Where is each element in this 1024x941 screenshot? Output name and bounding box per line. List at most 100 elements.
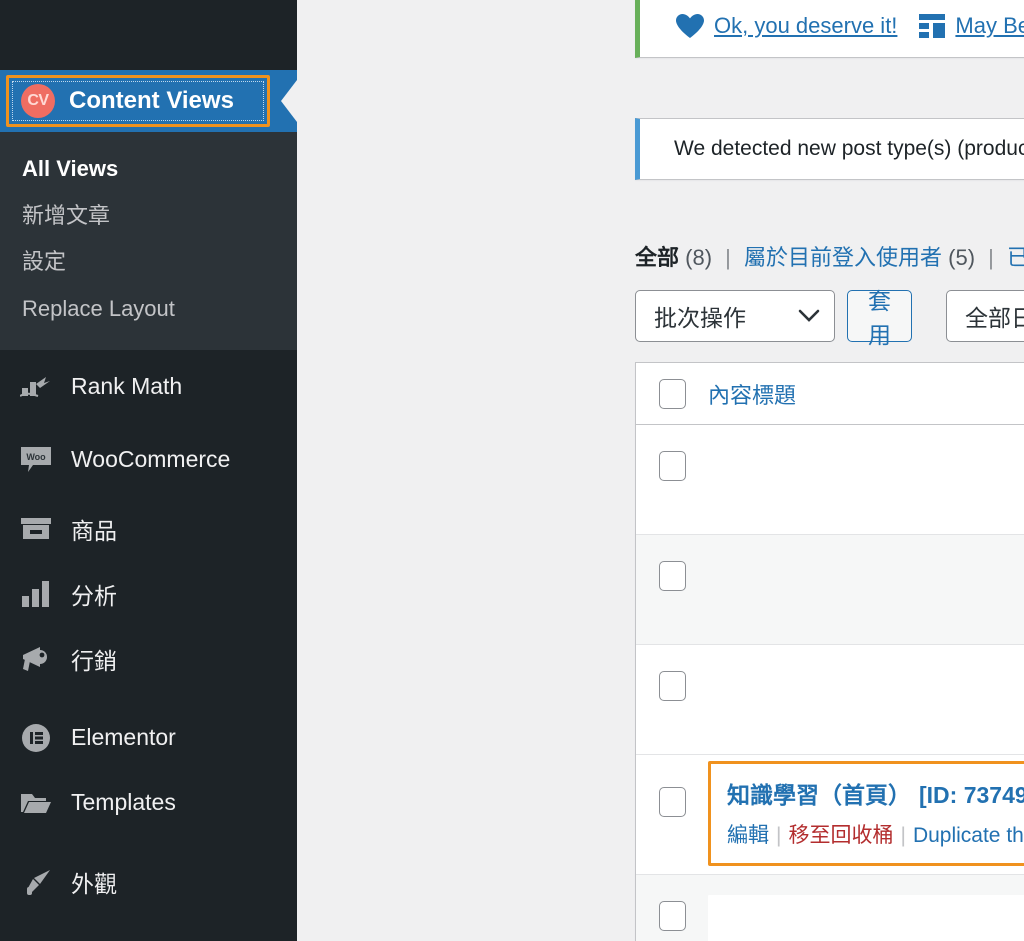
analytics-bars-icon	[16, 574, 56, 614]
row-checkbox-cell[interactable]	[636, 645, 708, 701]
row-checkbox[interactable]	[658, 901, 686, 931]
row-action-edit[interactable]: 編輯	[727, 824, 769, 847]
redacted-content	[708, 665, 1024, 715]
sidebar-item-label-rank-math: Rank Math	[71, 373, 183, 400]
table-row[interactable]: ,	[636, 535, 1024, 645]
content-views-logo-text: CV	[27, 92, 49, 109]
sidebar-menu-list: Rank Math Woo WooCommerce 商品 分析 行銷 Eleme…	[0, 350, 297, 915]
sidebar-item-templates[interactable]: Templates	[0, 770, 297, 835]
products-box-icon	[16, 509, 56, 549]
views-list-table: 內容標題 ,	[635, 362, 1024, 941]
bulk-action-selected-value: 批次操作	[654, 305, 746, 331]
chevron-down-icon	[798, 309, 820, 323]
sidebar-divider-2	[0, 835, 297, 849]
sidebar-item-analytics[interactable]: 分析	[0, 561, 297, 626]
heart-icon	[676, 13, 704, 39]
sidebar-subitem-all-views[interactable]: All Views	[0, 146, 297, 193]
view-title-line: 知識學習（首頁） [ID: 73749f9pck]	[727, 776, 1024, 810]
rank-math-icon	[16, 367, 56, 407]
sidebar-item-content-views[interactable]: CV Content Views	[0, 70, 297, 132]
view-id-label: [ID: 73749f9pck]	[919, 782, 1024, 808]
row-action-duplicate[interactable]: Duplicate this view	[913, 824, 1024, 847]
appearance-brush-icon	[16, 862, 56, 902]
status-filter-published-label[interactable]: 已發佈	[1007, 245, 1024, 270]
row-checkbox[interactable]	[658, 561, 686, 591]
status-filter-links: 全部 (8) | 屬於目前登入使用者 (5) | 已發佈 (8)	[635, 240, 1024, 272]
table-navigation-bar: 批次操作 套用 全部日期 篩選	[635, 288, 1024, 348]
status-filter-mine-label[interactable]: 屬於目前登入使用者	[744, 245, 942, 270]
sidebar-divider	[0, 691, 297, 705]
row-title-cell	[708, 425, 1024, 495]
table-row[interactable]	[636, 645, 1024, 755]
dashboard-grid-icon	[919, 14, 946, 38]
woo-icon: Woo	[16, 440, 56, 480]
row-checkbox[interactable]	[658, 451, 686, 481]
main-content: How was your Experience with us? Ok, you…	[297, 0, 1024, 941]
content-views-logo-icon: CV	[21, 84, 55, 118]
row-checkbox[interactable]	[658, 671, 686, 701]
post-type-detected-notice: We detected new post type(s) (product), …	[635, 118, 1024, 180]
view-title-link[interactable]: 知識學習（首頁）	[727, 782, 911, 808]
sidebar-top-spacer	[0, 0, 297, 70]
folder-icon	[16, 783, 56, 823]
row-checkbox-cell[interactable]	[636, 425, 708, 481]
status-filter-all-count: (8)	[685, 245, 713, 270]
wp-admin-screen: CV Content Views All Views 新增文章 設定 Repla…	[0, 0, 1024, 941]
row-title-cell: ,	[708, 535, 1024, 605]
row-action-separator-1: |	[776, 824, 782, 847]
date-filter-select[interactable]: 全部日期	[946, 290, 1024, 342]
sidebar-item-elementor[interactable]: Elementor	[0, 705, 297, 770]
select-all-checkbox[interactable]	[658, 378, 686, 409]
filter-separator-2: |	[988, 245, 994, 270]
bulk-action-select[interactable]: 批次操作	[635, 290, 835, 342]
row-checkbox-cell[interactable]	[636, 875, 708, 931]
rating-notice: How was your Experience with us? Ok, you…	[635, 0, 1024, 58]
sidebar-item-label-elementor: Elementor	[71, 724, 176, 751]
row-checkbox[interactable]	[658, 787, 686, 817]
sidebar-item-woocommerce[interactable]: Woo WooCommerce	[0, 423, 297, 496]
column-header-title[interactable]: 內容標題	[708, 378, 796, 410]
highlight-outline: 知識學習（首頁） [ID: 73749f9pck] 編輯 | 移至回收桶 | Duplic…	[708, 761, 1024, 866]
sidebar-item-rank-math[interactable]: Rank Math	[0, 350, 297, 423]
sidebar-item-label-content-views: Content Views	[69, 87, 234, 114]
sidebar-item-label-templates: Templates	[71, 789, 176, 816]
rating-link-later[interactable]: May Be Later	[955, 13, 1024, 39]
row-actions: 編輯 | 移至回收桶 | Duplicate this view	[727, 819, 1024, 849]
table-row[interactable]	[636, 875, 1024, 941]
sidebar-item-marketing[interactable]: 行銷	[0, 626, 297, 691]
sidebar-item-label-appearance: 外觀	[71, 870, 117, 897]
menu-pointer-arrow-icon	[271, 70, 297, 132]
rating-actions: Ok, you deserve it! May Be Later	[640, 0, 1024, 43]
sidebar-subitem-replace-layout[interactable]: Replace Layout	[0, 286, 297, 333]
redacted-content	[708, 445, 1024, 495]
sidebar-item-label-analytics: 分析	[71, 582, 117, 609]
sidebar-item-label-products: 商品	[71, 517, 117, 544]
status-filter-all-label[interactable]: 全部	[635, 245, 679, 270]
sidebar-item-label-woocommerce: WooCommerce	[71, 446, 231, 473]
row-title-cell: 知識學習（首頁） [ID: 73749f9pck] 編輯 | 移至回收桶 | Duplic…	[708, 755, 1024, 874]
row-title-cell	[708, 875, 1024, 941]
marketing-megaphone-icon	[16, 639, 56, 679]
filter-separator-1: |	[725, 245, 731, 270]
row-checkbox-cell[interactable]	[636, 535, 708, 591]
apply-button[interactable]: 套用	[847, 288, 912, 348]
svg-text:Woo: Woo	[26, 452, 46, 462]
post-type-detected-text: We detected new post type(s) (product), …	[674, 137, 1024, 160]
sidebar-item-appearance[interactable]: 外觀	[0, 849, 297, 914]
status-filter-mine-count: (5)	[948, 245, 976, 270]
date-filter-selected-value: 全部日期	[965, 305, 1024, 331]
sidebar-submenu: All Views 新增文章 設定 Replace Layout	[0, 132, 297, 351]
sidebar-subitem-add-post[interactable]: 新增文章	[0, 193, 297, 240]
row-checkbox-cell[interactable]	[636, 755, 708, 817]
row-action-trash[interactable]: 移至回收桶	[788, 824, 893, 847]
table-row-highlighted[interactable]: 知識學習（首頁） [ID: 73749f9pck] 編輯 | 移至回收桶 | Duplic…	[636, 755, 1024, 875]
rating-link-ok[interactable]: Ok, you deserve it!	[714, 13, 897, 39]
table-row[interactable]	[636, 425, 1024, 535]
admin-sidebar: CV Content Views All Views 新增文章 設定 Repla…	[0, 0, 297, 941]
row-title-cell	[708, 645, 1024, 715]
select-all-checkbox-cell[interactable]	[636, 378, 708, 409]
sidebar-subitem-settings[interactable]: 設定	[0, 239, 297, 286]
sidebar-item-products[interactable]: 商品	[0, 496, 297, 561]
row-action-separator-2: |	[900, 824, 906, 847]
table-header-row: 內容標題	[636, 363, 1024, 425]
